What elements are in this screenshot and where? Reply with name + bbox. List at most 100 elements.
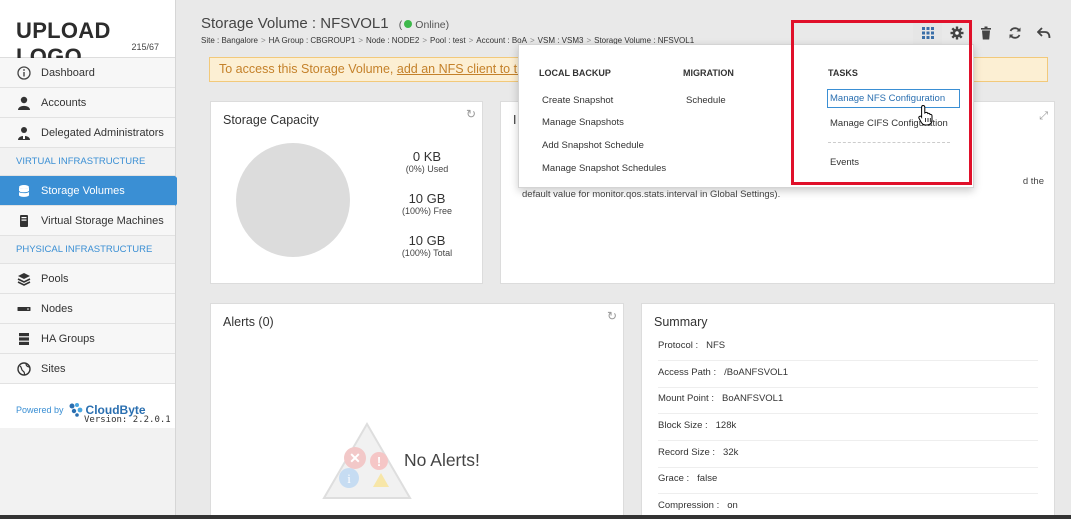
svg-text:!: ! (377, 454, 381, 469)
status-close-paren: ) (445, 19, 450, 31)
free-value: 10 GB (408, 191, 446, 206)
menu-item-manage-snapshots[interactable]: Manage Snapshots (542, 117, 624, 128)
used-value: 0 KB (412, 149, 442, 164)
refresh-icon (1009, 27, 1020, 39)
menu-item-events[interactable]: Events (830, 157, 859, 168)
iops-note-line2: default value for monitor.qos.stats.inte… (522, 189, 781, 200)
sidebar-item-storage-volumes[interactable]: Storage Volumes (0, 176, 191, 206)
sidebar-item-nodes[interactable]: Nodes (0, 294, 175, 324)
menu-item-manage-nfs-configuration[interactable]: Manage NFS Configuration (827, 89, 961, 108)
sidebar-item-ha-groups[interactable]: HA Groups (0, 324, 175, 354)
menu-item-schedule[interactable]: Schedule (686, 95, 726, 106)
used-label: (0%) Used (405, 164, 449, 174)
menu-item-manage-snapshot-schedules[interactable]: Manage Snapshot Schedules (542, 163, 666, 174)
status-open-paren: ( (398, 19, 403, 31)
sidebar-item-label: Sites (41, 362, 66, 375)
page-title-text: Storage Volume : NFSVOL1 (201, 15, 389, 32)
sidebar-item-label: Dashboard (41, 66, 95, 79)
sidebar-item-label: Nodes (41, 302, 73, 315)
ha-icon (16, 331, 32, 347)
summary-key: Block Size : (658, 420, 708, 431)
sidebar-item-pools[interactable]: Pools (0, 264, 175, 294)
node-icon (16, 301, 32, 317)
summary-card: Summary Protocol : NFS Access Path : /BoAN… (641, 303, 1055, 519)
summary-row: Protocol : NFS (658, 335, 1038, 361)
section-virtual-infrastructure: VIRTUAL INFRASTRUCTURE (0, 148, 175, 176)
sidebar-item-delegated-admins[interactable]: Delegated Administrators (0, 118, 175, 148)
summary-value: NFS (706, 340, 726, 351)
refresh-button[interactable] (1000, 22, 1029, 44)
summary-value: 32k (723, 447, 739, 458)
local-backup-heading: LOCAL BACKUP (539, 68, 611, 78)
no-alerts-text: No Alerts! (404, 450, 480, 470)
user-icon (16, 95, 32, 111)
delete-button[interactable] (971, 22, 1000, 44)
migration-heading: MIGRATION (683, 68, 734, 78)
storage-capacity-card: Storage Capacity ↻ 0 KB (0%) Used 10 GB … (210, 101, 483, 284)
summary-value: /BoANFSVOL1 (724, 367, 788, 378)
summary-value: on (727, 500, 738, 511)
info-icon (16, 65, 32, 81)
cloudbyte-logo-icon (69, 403, 82, 417)
page-title: Storage Volume : NFSVOL1 (Online) (201, 15, 449, 32)
summary-title: Summary (654, 315, 708, 329)
logo[interactable]: UPLOAD LOGO 215/67 (0, 0, 175, 69)
summary-value: BoANFSVOL1 (721, 393, 784, 404)
summary-key: Mount Point : (658, 393, 714, 404)
layers-icon (16, 271, 32, 287)
refresh-icon[interactable]: ↻ (466, 107, 476, 121)
sidebar-item-accounts[interactable]: Accounts (0, 88, 175, 118)
summary-key: Compression : (658, 500, 720, 511)
sidebar-item-sites[interactable]: Sites (0, 354, 175, 384)
menu-item-add-snapshot-schedule[interactable]: Add Snapshot Schedule (542, 140, 644, 151)
apps-grid-icon (921, 27, 934, 39)
tasks-heading: TASKS (828, 68, 858, 78)
breadcrumb-separator: > (468, 36, 474, 45)
breadcrumb-pool[interactable]: Pool : test (430, 36, 466, 45)
refresh-icon[interactable]: ↻ (607, 309, 617, 323)
breadcrumb-ha-group[interactable]: HA Group : CBGROUP1 (269, 36, 356, 45)
capacity-pie-chart (236, 143, 350, 257)
add-nfs-client-link[interactable]: add an NFS client to th (397, 62, 524, 76)
logo-subtext: 215/67 (131, 42, 159, 52)
trash-icon (980, 26, 991, 40)
bottom-border (0, 515, 1071, 519)
database-icon (16, 183, 32, 199)
total-stat: 10 GB (100%) Total (377, 233, 477, 258)
sidebar-item-vsm[interactable]: Virtual Storage Machines (0, 206, 175, 236)
summary-row: Record Size : 32k (658, 442, 1038, 468)
total-value: 10 GB (408, 233, 446, 248)
summary-row: Mount Point : BoANFSVOL1 (658, 388, 1038, 414)
alerts-card: Alerts (0) ↻ ✕ ! i No Alerts! (210, 303, 624, 519)
summary-row: Access Path : /BoANFSVOL1 (658, 362, 1038, 388)
sidebar-item-label: Accounts (41, 96, 87, 109)
settings-button[interactable] (942, 22, 971, 44)
storage-capacity-title: Storage Capacity (223, 113, 319, 127)
alerts-title: Alerts (0) (223, 315, 274, 329)
summary-key: Grace : (658, 473, 690, 484)
total-label: (100%) Total (401, 248, 453, 258)
actions-dropdown-menu: LOCAL BACKUP MIGRATION TASKS Create Snap… (518, 44, 974, 188)
version-text: Version: 2.2.0.1 (84, 415, 171, 425)
sidebar-item-label: HA Groups (41, 332, 95, 345)
hand-cursor-icon (918, 104, 933, 126)
back-button[interactable] (1029, 22, 1058, 44)
summary-row: Block Size : 128k (658, 415, 1038, 441)
sidebar-item-dashboard[interactable]: Dashboard (0, 58, 175, 88)
status-badge: (Online) (399, 19, 449, 31)
sidebar-item-label: Pools (41, 272, 69, 285)
powered-by-label: Powered by (16, 405, 64, 415)
expand-icon[interactable]: ⤢ (1039, 110, 1048, 123)
summary-value: 128k (715, 420, 737, 431)
summary-key: Record Size : (658, 447, 716, 458)
breadcrumb-separator: > (358, 36, 363, 45)
breadcrumb-separator: > (260, 36, 266, 45)
breadcrumb-node[interactable]: Node : NODE2 (366, 36, 419, 45)
admin-icon (16, 125, 32, 141)
menu-item-create-snapshot[interactable]: Create Snapshot (542, 95, 613, 106)
alerts-empty-icon: ✕ ! i (322, 422, 412, 499)
apps-grid-button[interactable] (913, 22, 942, 44)
free-label: (100%) Free (401, 206, 453, 216)
summary-value: false (697, 473, 718, 484)
breadcrumb-site[interactable]: Site : Bangalore (201, 36, 258, 45)
